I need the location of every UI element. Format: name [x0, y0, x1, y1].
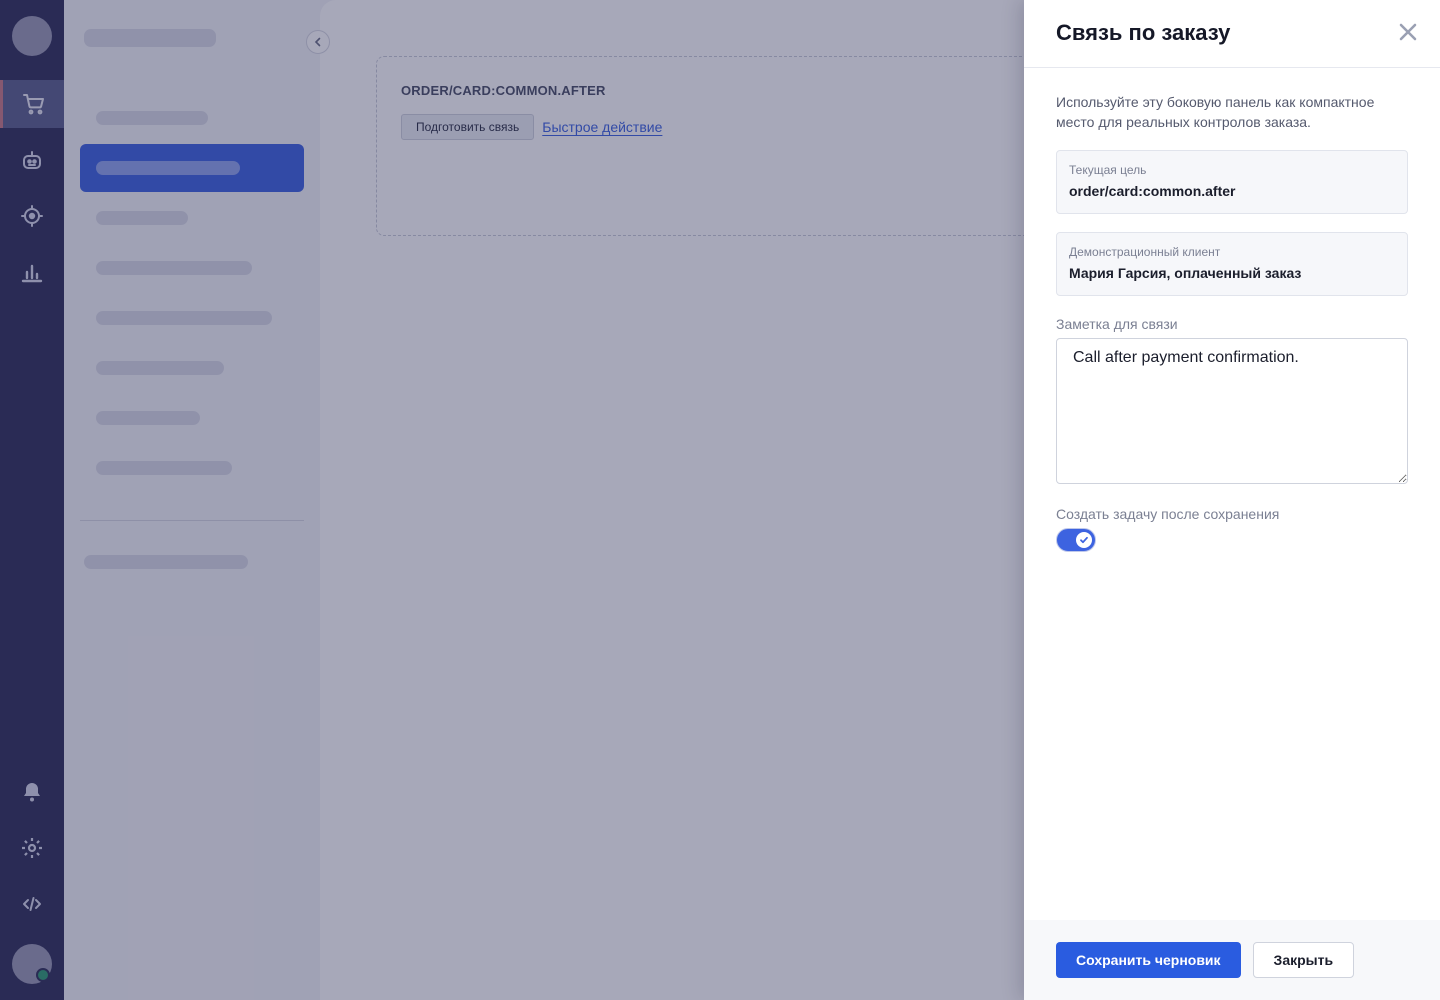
panel-body: Используйте эту боковую панель как компа… — [1024, 68, 1440, 552]
close-button[interactable]: Закрыть — [1252, 942, 1355, 978]
demo-client-label: Демонстрационный клиент — [1069, 245, 1221, 259]
demo-client-value: Мария Гарсия, оплаченный заказ — [1069, 265, 1302, 281]
modal-overlay[interactable] — [0, 0, 1024, 1000]
create-task-toggle[interactable] — [1056, 528, 1096, 552]
panel-description: Используйте эту боковую панель как компа… — [1056, 94, 1375, 130]
contact-note-textarea[interactable]: Call after payment confirmation. — [1056, 338, 1408, 484]
panel-title: Связь по заказу — [1056, 20, 1231, 45]
current-target-field: Текущая цель order/card:common.after — [1056, 150, 1408, 214]
toggle-knob — [1076, 532, 1092, 548]
create-task-label: Создать задачу после сохранения — [1056, 506, 1280, 522]
panel-footer: Сохранить черновик Закрыть — [1024, 920, 1440, 1000]
check-icon — [1080, 536, 1088, 544]
current-target-value: order/card:common.after — [1069, 183, 1236, 199]
side-panel: Связь по заказу Используйте эту боковую … — [1024, 0, 1440, 1000]
note-label: Заметка для связи — [1056, 316, 1178, 332]
panel-header: Связь по заказу — [1024, 0, 1440, 68]
close-icon — [1399, 23, 1417, 41]
current-target-label: Текущая цель — [1069, 163, 1147, 177]
save-draft-button[interactable]: Сохранить черновик — [1056, 942, 1241, 978]
demo-client-field: Демонстрационный клиент Мария Гарсия, оп… — [1056, 232, 1408, 296]
close-panel-button[interactable] — [1396, 20, 1420, 44]
